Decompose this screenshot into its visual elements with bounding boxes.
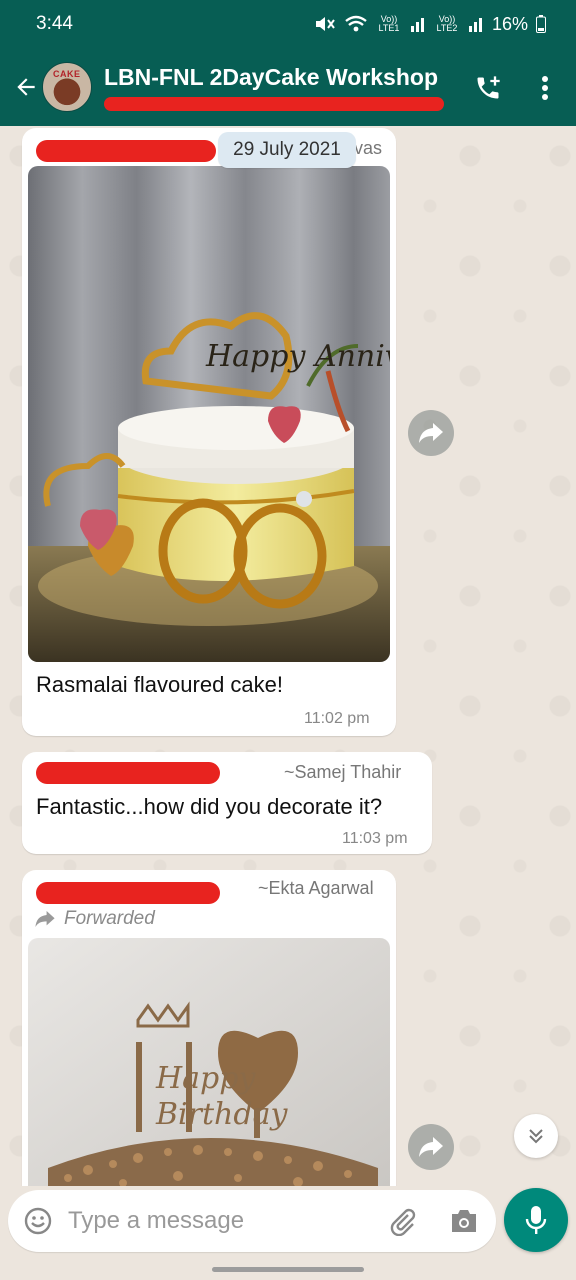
battery-icon [536,15,546,33]
back-button[interactable] [6,67,46,107]
chat-area[interactable]: vas Happy Anni Rasmalai flavoured cake! … [0,126,576,1186]
share-icon [419,423,443,443]
more-vert-icon [542,76,548,100]
attach-button[interactable] [382,1201,422,1241]
chat-title-block[interactable]: LBN-FNL 2DayCake Workshop [104,64,454,111]
scroll-to-bottom-button[interactable] [514,1114,558,1158]
battery-percent: 16% [491,13,528,34]
emoji-icon [24,1207,52,1235]
anniversary-cake-image: Happy Anniversary [28,166,390,662]
voice-message-button[interactable] [504,1188,568,1252]
mic-icon [525,1206,547,1234]
message-time: 11:03 pm [342,830,408,847]
status-time: 3:44 [36,13,73,34]
camera-icon [452,1210,476,1232]
redacted-sender [36,882,220,904]
topper-text-1: Happy [155,1061,256,1096]
sim1-label: Vo)) LTE1 [378,14,400,33]
sender-name: vas [354,138,383,158]
home-indicator[interactable] [212,1267,364,1272]
more-options-button[interactable] [528,68,562,108]
sender-name: ~Samej Thahir [284,762,402,782]
cake-photo[interactable]: Happy Birthday [28,938,390,1186]
back-arrow-icon [17,78,35,96]
message-caption: Rasmalai flavoured cake! [36,672,284,697]
paperclip-icon [390,1208,416,1236]
share-button[interactable] [408,410,454,456]
chat-header: CAKE LBN-FNL 2DayCake Workshop [0,48,576,126]
avatar-text: CAKE [53,69,81,79]
message-composer [8,1190,496,1252]
camera-button[interactable] [444,1201,484,1241]
message-time: 11:02 pm [304,710,370,727]
share-icon [419,1137,443,1157]
cake-topper-text: Happy Anniversary [205,339,390,374]
forwarded-text: Forwarded [64,908,155,929]
cake-photo[interactable]: Happy Anniversary [28,166,390,662]
message-input[interactable] [68,1207,368,1235]
add-call-button[interactable] [468,68,508,108]
mute-icon [315,17,335,31]
signal-icon-1 [410,18,424,32]
message-bubble[interactable]: ~Ekta Agarwal Forwarded Happy Birthday [22,870,396,1186]
date-chip: 29 July 2021 [218,132,356,168]
forwarded-label: Forwarded [34,908,155,930]
double-chevron-down-icon [529,1129,543,1144]
add-call-icon [477,76,500,99]
sim2-label: Vo)) LTE2 [436,14,458,33]
forward-icon [35,911,55,927]
group-avatar[interactable]: CAKE [42,62,92,112]
share-button[interactable] [408,1124,454,1170]
redacted-sender [36,762,220,784]
wifi-icon [345,15,367,32]
chat-title: LBN-FNL 2DayCake Workshop [104,63,438,90]
redacted-participants [104,96,444,111]
signal-icon-2 [468,18,482,32]
message-bubble[interactable]: ~Samej Thahir Fantastic...how did you de… [22,752,432,854]
topper-text-2: Birthday [155,1097,288,1132]
sender-name: ~Ekta Agarwal [258,878,374,898]
status-bar: 3:44 Vo)) LTE1 Vo)) LTE2 16% [0,0,576,48]
redacted-sender [36,140,216,162]
message-bubble[interactable]: vas Happy Anni Rasmalai flavoured cake! … [22,128,396,736]
status-icons: Vo)) LTE1 Vo)) LTE2 16% [314,14,546,35]
message-text: Fantastic...how did you decorate it? [36,794,383,819]
emoji-button[interactable] [18,1201,58,1241]
birthday-cake-image: Happy Birthday [28,938,390,1186]
